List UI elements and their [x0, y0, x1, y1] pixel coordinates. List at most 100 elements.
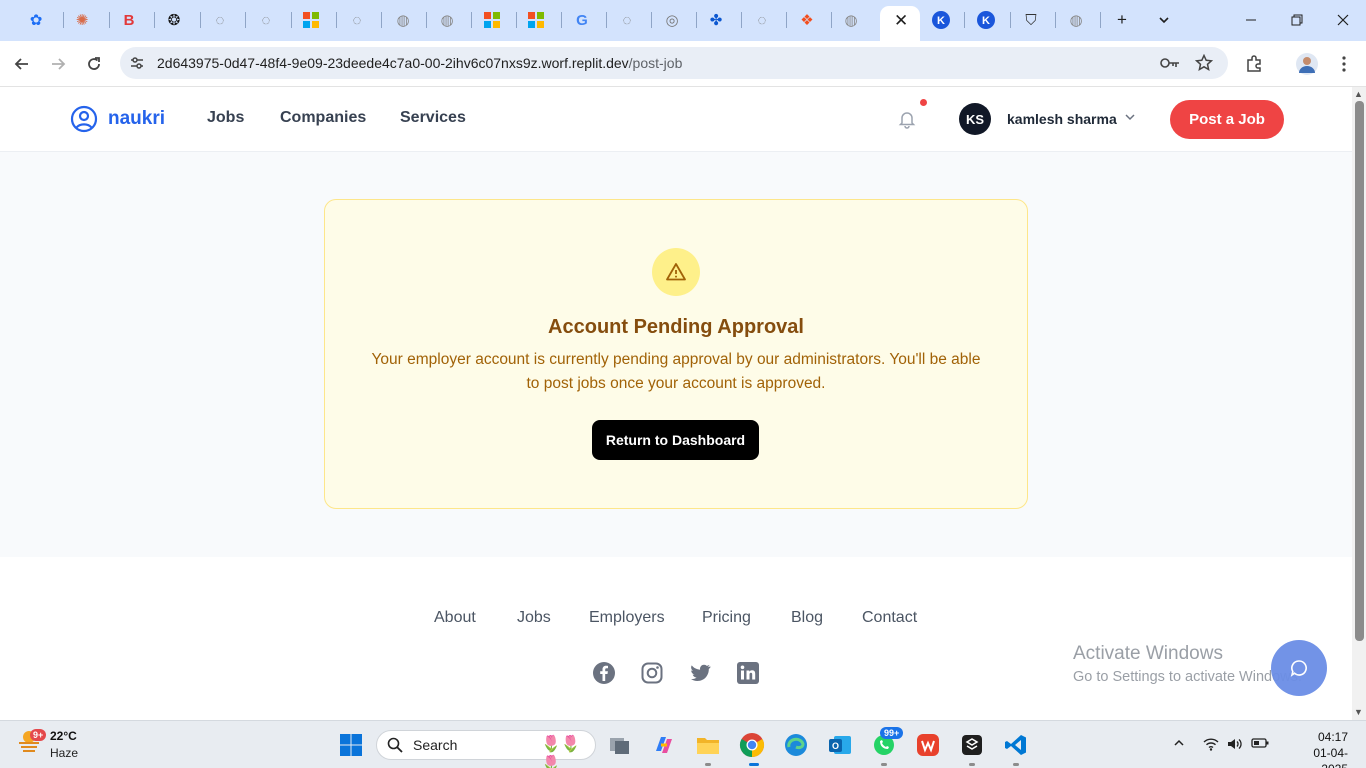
new-tab-button[interactable]: +: [1110, 8, 1134, 32]
close-icon[interactable]: ✕: [894, 11, 908, 31]
svg-text:O: O: [832, 741, 839, 751]
site-header: naukri Jobs Companies Services KS kamles…: [0, 87, 1352, 152]
site-logo[interactable]: naukri: [70, 105, 165, 133]
scroll-thumb[interactable]: [1355, 101, 1364, 641]
user-avatar[interactable]: KS: [959, 103, 991, 135]
globe-icon[interactable]: ◍: [839, 8, 863, 32]
taskbar-search[interactable]: Search 🌷🌷🌷: [376, 730, 596, 768]
copilot-icon[interactable]: ✤: [704, 8, 728, 32]
chrome-menu-icon[interactable]: [1330, 50, 1358, 78]
k-app-icon[interactable]: K: [929, 8, 953, 32]
figma-icon[interactable]: ❖: [795, 8, 819, 32]
whatsapp-badge: 99+: [880, 727, 904, 739]
nav-services[interactable]: Services: [400, 109, 466, 127]
loading-icon[interactable]: ◌: [615, 8, 639, 32]
password-key-icon[interactable]: [1160, 54, 1180, 72]
url-text[interactable]: 2d643975-0d47-48f4-9e09-23deede4c7a0-00-…: [157, 55, 682, 71]
outlook-icon[interactable]: O: [824, 729, 856, 761]
copilot-icon[interactable]: [648, 729, 680, 761]
terminal-app-icon[interactable]: [956, 729, 988, 761]
minimize-icon[interactable]: [1228, 6, 1274, 34]
site-footer: About Jobs Employers Pricing Blog Contac…: [0, 557, 1352, 720]
tab-search-chevron-icon[interactable]: [1152, 8, 1176, 32]
microsoft-icon[interactable]: [480, 8, 504, 32]
clock-date: 01-04-2025: [1313, 746, 1348, 768]
notice-message: Your employer account is currently pendi…: [371, 351, 981, 392]
shield-icon[interactable]: ⛉: [1019, 8, 1043, 32]
tulips-icon: 🌷🌷🌷: [541, 736, 581, 768]
microsoft-icon[interactable]: [524, 8, 548, 32]
volume-icon[interactable]: [1227, 737, 1243, 754]
reload-icon[interactable]: [80, 50, 108, 78]
google-icon[interactable]: G: [570, 8, 594, 32]
restore-icon[interactable]: [1274, 6, 1320, 34]
weather-condition: Haze: [50, 746, 79, 760]
footer-link-blog[interactable]: Blog: [791, 609, 823, 627]
vscode-icon[interactable]: [1000, 729, 1032, 761]
forward-icon[interactable]: [44, 50, 72, 78]
instagram-icon[interactable]: [640, 661, 664, 685]
search-icon: [387, 737, 403, 753]
footer-link-pricing[interactable]: Pricing: [702, 609, 751, 627]
nav-companies[interactable]: Companies: [280, 109, 366, 127]
page-scrollbar[interactable]: ▲ ▼: [1352, 87, 1366, 720]
post-job-button[interactable]: Post a Job: [1170, 100, 1284, 139]
profile-avatar-icon[interactable]: [1293, 50, 1321, 78]
openai-icon[interactable]: ❂: [162, 8, 186, 32]
edge-icon[interactable]: [780, 729, 812, 761]
globe-icon[interactable]: ◍: [1064, 8, 1088, 32]
active-tab[interactable]: ✕: [880, 6, 920, 41]
windows-taskbar: 9+ 22°C Haze Search 🌷🌷🌷 O 99+ 04:17 01-0…: [0, 720, 1366, 768]
scroll-down-arrow-icon[interactable]: ▼: [1354, 707, 1363, 717]
watermark-title: Activate Windows: [1073, 643, 1223, 664]
microsoft-icon[interactable]: [299, 8, 323, 32]
show-hidden-icons-chevron-icon[interactable]: [1173, 737, 1185, 752]
task-view-icon[interactable]: [604, 729, 636, 761]
footer-link-employers[interactable]: Employers: [589, 609, 665, 627]
pending-approval-card: Account Pending Approval Your employer a…: [324, 199, 1028, 509]
loading-icon[interactable]: ◌: [345, 8, 369, 32]
globe-icon[interactable]: ◍: [391, 8, 415, 32]
footer-link-jobs[interactable]: Jobs: [517, 609, 551, 627]
bluesky-icon[interactable]: ✿: [24, 8, 48, 32]
scroll-up-arrow-icon[interactable]: ▲: [1354, 89, 1363, 99]
facebook-icon[interactable]: [592, 661, 616, 685]
linkedin-icon[interactable]: [736, 661, 760, 685]
page-viewport: naukri Jobs Companies Services KS kamles…: [0, 87, 1352, 720]
bookmark-star-icon[interactable]: [1194, 54, 1214, 72]
loading-icon[interactable]: ◎: [660, 8, 684, 32]
nav-jobs[interactable]: Jobs: [207, 109, 244, 127]
user-name[interactable]: kamlesh sharma: [1007, 111, 1117, 127]
extensions-icon[interactable]: [1240, 50, 1268, 78]
address-bar[interactable]: 2d643975-0d47-48f4-9e09-23deede4c7a0-00-…: [120, 47, 1228, 79]
user-circle-icon: [70, 105, 98, 133]
globe-icon[interactable]: ◍: [435, 8, 459, 32]
activate-windows-watermark: Activate Windows Go to Settings to activ…: [1073, 643, 1302, 685]
loading-icon[interactable]: ◌: [254, 8, 278, 32]
k-app-icon[interactable]: K: [974, 8, 998, 32]
twitter-icon[interactable]: [688, 661, 712, 685]
file-explorer-icon[interactable]: [692, 729, 724, 761]
chrome-taskbar-icon[interactable]: [736, 729, 768, 761]
footer-link-contact[interactable]: Contact: [862, 609, 917, 627]
sunburst-icon[interactable]: ✺: [70, 8, 94, 32]
footer-link-about[interactable]: About: [434, 609, 476, 627]
back-icon[interactable]: [8, 50, 36, 78]
url-path: /post-job: [628, 55, 683, 71]
system-clock[interactable]: 04:17 01-04-2025: [1300, 729, 1348, 768]
return-to-dashboard-button[interactable]: Return to Dashboard: [592, 420, 759, 460]
wifi-icon[interactable]: [1203, 737, 1219, 754]
battery-icon[interactable]: [1251, 737, 1269, 752]
chat-bubble-icon: [1290, 660, 1307, 677]
chat-button[interactable]: [1271, 640, 1327, 696]
chevron-down-icon[interactable]: [1124, 111, 1136, 123]
loading-icon[interactable]: ◌: [208, 8, 232, 32]
site-info-icon[interactable]: [128, 54, 146, 72]
wps-office-icon[interactable]: [912, 729, 944, 761]
loading-icon[interactable]: ◌: [750, 8, 774, 32]
windows-start-icon[interactable]: [335, 729, 367, 761]
window-close-icon[interactable]: [1320, 6, 1366, 34]
notification-bell-icon[interactable]: [897, 109, 917, 129]
warning-icon: [652, 248, 700, 296]
b-app-icon[interactable]: B: [117, 8, 141, 32]
